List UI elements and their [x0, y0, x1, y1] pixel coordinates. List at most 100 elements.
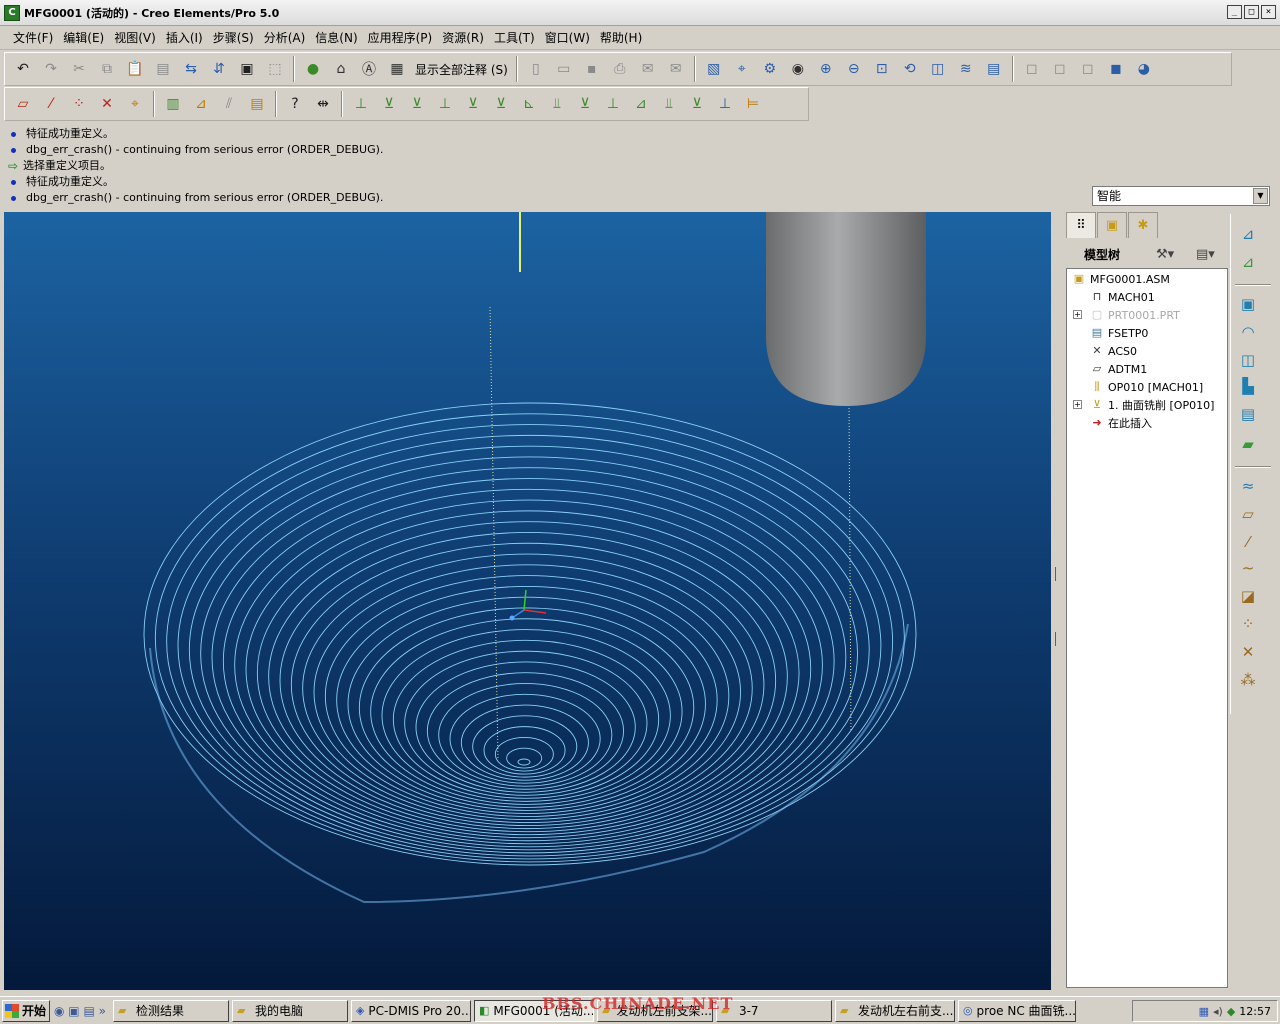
paste-icon[interactable]: 📋	[123, 57, 147, 81]
minimize-button[interactable]: _	[1227, 5, 1242, 19]
mill-skirt-icon[interactable]: ▙	[1235, 374, 1261, 398]
maximize-button[interactable]: □	[1244, 5, 1259, 19]
open-file-icon[interactable]: ▭	[552, 57, 576, 81]
stock-icon[interactable]: ▰	[1235, 432, 1261, 456]
selection-filter-select[interactable]: 智能 ▼	[1092, 186, 1270, 206]
menu-file[interactable]: 文件(F)	[8, 29, 58, 46]
tree-item-fsetp0[interactable]: ▤ FSETP0	[1089, 325, 1149, 341]
cut-icon[interactable]: ✂	[67, 57, 91, 81]
trajectory-milling-icon[interactable]: ⊾	[517, 92, 541, 116]
report-icon[interactable]: ▤	[245, 92, 269, 116]
tray-security-icon[interactable]: ◆	[1227, 1005, 1235, 1018]
hidden-line-icon[interactable]: ◻	[1048, 57, 1072, 81]
shading-icon[interactable]: ◼	[1104, 57, 1128, 81]
corner-finishing-icon[interactable]: ⊻	[685, 92, 709, 116]
nc-sequence-icon[interactable]: ▥	[161, 92, 185, 116]
find-icon[interactable]: ▣	[235, 57, 259, 81]
print-icon[interactable]: ⎙	[608, 57, 632, 81]
email-icon[interactable]: ✉	[636, 57, 660, 81]
analysis-feature-icon[interactable]: ⁂	[1235, 668, 1261, 692]
save-icon[interactable]: ▪	[580, 57, 604, 81]
tree-item-insert-here[interactable]: ➜ 在此插入	[1089, 415, 1152, 431]
menu-help[interactable]: 帮助(H)	[595, 29, 647, 46]
expand-toggle[interactable]: +	[1073, 400, 1082, 409]
mill-volume-icon[interactable]: ▣	[1235, 292, 1261, 316]
tray-volume-icon[interactable]: ◂)	[1213, 1005, 1223, 1018]
parameter-icon[interactable]: ⫽	[217, 92, 241, 116]
annotation-icon[interactable]: Ⓐ	[357, 57, 381, 81]
spin-center-icon[interactable]: ⌖	[730, 57, 754, 81]
wireframe-icon[interactable]: ◻	[1020, 57, 1044, 81]
datum-point-display-icon[interactable]: ⁘	[67, 92, 91, 116]
regenerate-manager-icon[interactable]: ⇵	[207, 57, 231, 81]
reorient-icon[interactable]: ⟲	[898, 57, 922, 81]
taskbar-item[interactable]: ▰ 发动机左右前支...	[834, 999, 955, 1022]
engraving-icon[interactable]: ⊻	[573, 92, 597, 116]
taskbar-item[interactable]: ▰ 检测结果	[112, 999, 229, 1022]
model-tree-tab-icon[interactable]: ⠿	[1066, 212, 1096, 238]
menu-insert[interactable]: 插入(I)	[161, 29, 208, 46]
datum-curve-tool-icon[interactable]: ∼	[1235, 556, 1261, 580]
local-milling-icon[interactable]: ⊻	[377, 92, 401, 116]
taskbar-item[interactable]: ◈ PC-DMIS Pro 20...	[350, 999, 471, 1022]
datum-axis-tool-icon[interactable]: ⁄	[1235, 530, 1261, 554]
mill-window-icon[interactable]: ◫	[1235, 348, 1261, 372]
tree-item-mach01[interactable]: ⊓ MACH01	[1089, 289, 1155, 305]
pocket-milling-icon[interactable]: ⊻	[489, 92, 513, 116]
menu-applications[interactable]: 应用程序(P)	[363, 29, 438, 46]
datum-point-tool-icon[interactable]: ⁘	[1235, 612, 1261, 636]
enhanced-realism-icon[interactable]: ◕	[1132, 57, 1156, 81]
drilling-icon[interactable]: ⊥	[713, 92, 737, 116]
expand-toggle[interactable]: +	[1073, 310, 1082, 319]
volume-milling-icon[interactable]: ⊥	[349, 92, 373, 116]
datum-plane-display-icon[interactable]: ▱	[11, 92, 35, 116]
menu-tools[interactable]: 工具(T)	[489, 29, 540, 46]
view-manager-icon[interactable]: ▤	[982, 57, 1006, 81]
thread-milling-icon[interactable]: ⫫	[545, 92, 569, 116]
cl-data-icon[interactable]: ⊨	[741, 92, 765, 116]
tree-settings-icon[interactable]: ⚒▾	[1156, 247, 1174, 262]
redo-icon[interactable]: ↷	[39, 57, 63, 81]
copy-icon[interactable]: ⧉	[95, 57, 119, 81]
orient-mode-icon[interactable]: ⚙	[758, 57, 782, 81]
close-button[interactable]: ×	[1261, 5, 1276, 19]
datum-offset-icon[interactable]: ◪	[1235, 584, 1261, 608]
panel-sash[interactable]	[1053, 212, 1061, 990]
tree-item-op010[interactable]: ⫼ OP010 [MACH01]	[1089, 379, 1203, 395]
zoom-out-icon[interactable]: ⊖	[842, 57, 866, 81]
face-milling-icon[interactable]: ⊥	[433, 92, 457, 116]
chevron-down-icon[interactable]: ▼	[1253, 188, 1268, 204]
regenerate-icon[interactable]: ⇆	[179, 57, 203, 81]
tree-item-surface-milling[interactable]: ⊻ 1. 曲面铣削 [OP010]	[1089, 397, 1214, 413]
tree-item-adtm1[interactable]: ▱ ADTM1	[1089, 361, 1147, 377]
sash-grip-icon[interactable]	[1055, 632, 1059, 646]
measure-icon[interactable]: ⇹	[311, 92, 335, 116]
re-roughing-icon[interactable]: ⊿	[629, 92, 653, 116]
camera-icon[interactable]: ⌂	[329, 57, 353, 81]
selection-box-icon[interactable]: ⬚	[263, 57, 287, 81]
roughing-icon[interactable]: ⊥	[601, 92, 625, 116]
shading-sphere-icon[interactable]: ◉	[786, 57, 810, 81]
layers-icon[interactable]: ≋	[954, 57, 978, 81]
email-link-icon[interactable]: ✉	[664, 57, 688, 81]
taskbar-item[interactable]: ▰ 我的电脑	[231, 999, 348, 1022]
surface-milling-icon[interactable]: ⊻	[405, 92, 429, 116]
sketch-icon[interactable]: ≈	[1235, 474, 1261, 498]
sash-grip-icon[interactable]	[1055, 567, 1059, 581]
finishing-icon[interactable]: ⫫	[657, 92, 681, 116]
mill-boundary-icon[interactable]: ▤	[1235, 402, 1261, 426]
context-help-icon[interactable]: ?	[283, 92, 307, 116]
menu-window[interactable]: 窗口(W)	[540, 29, 595, 46]
tray-network-icon[interactable]: ▦	[1199, 1005, 1209, 1018]
undo-icon[interactable]: ↶	[11, 57, 35, 81]
datum-axis-display-icon[interactable]: ⁄	[39, 92, 63, 116]
operation-setup-icon[interactable]: ⊿	[1235, 250, 1261, 274]
spin-center-display-icon[interactable]: ⌖	[123, 92, 147, 116]
menu-edit[interactable]: 编辑(E)	[58, 29, 109, 46]
zoom-in-icon[interactable]: ⊕	[814, 57, 838, 81]
folder-browser-tab-icon[interactable]: ▣	[1097, 212, 1127, 238]
menu-info[interactable]: 信息(N)	[310, 29, 362, 46]
new-file-icon[interactable]: ▯	[524, 57, 548, 81]
datum-plane-tool-icon[interactable]: ▱	[1235, 502, 1261, 526]
tree-columns-icon[interactable]: ▤▾	[1196, 247, 1215, 262]
